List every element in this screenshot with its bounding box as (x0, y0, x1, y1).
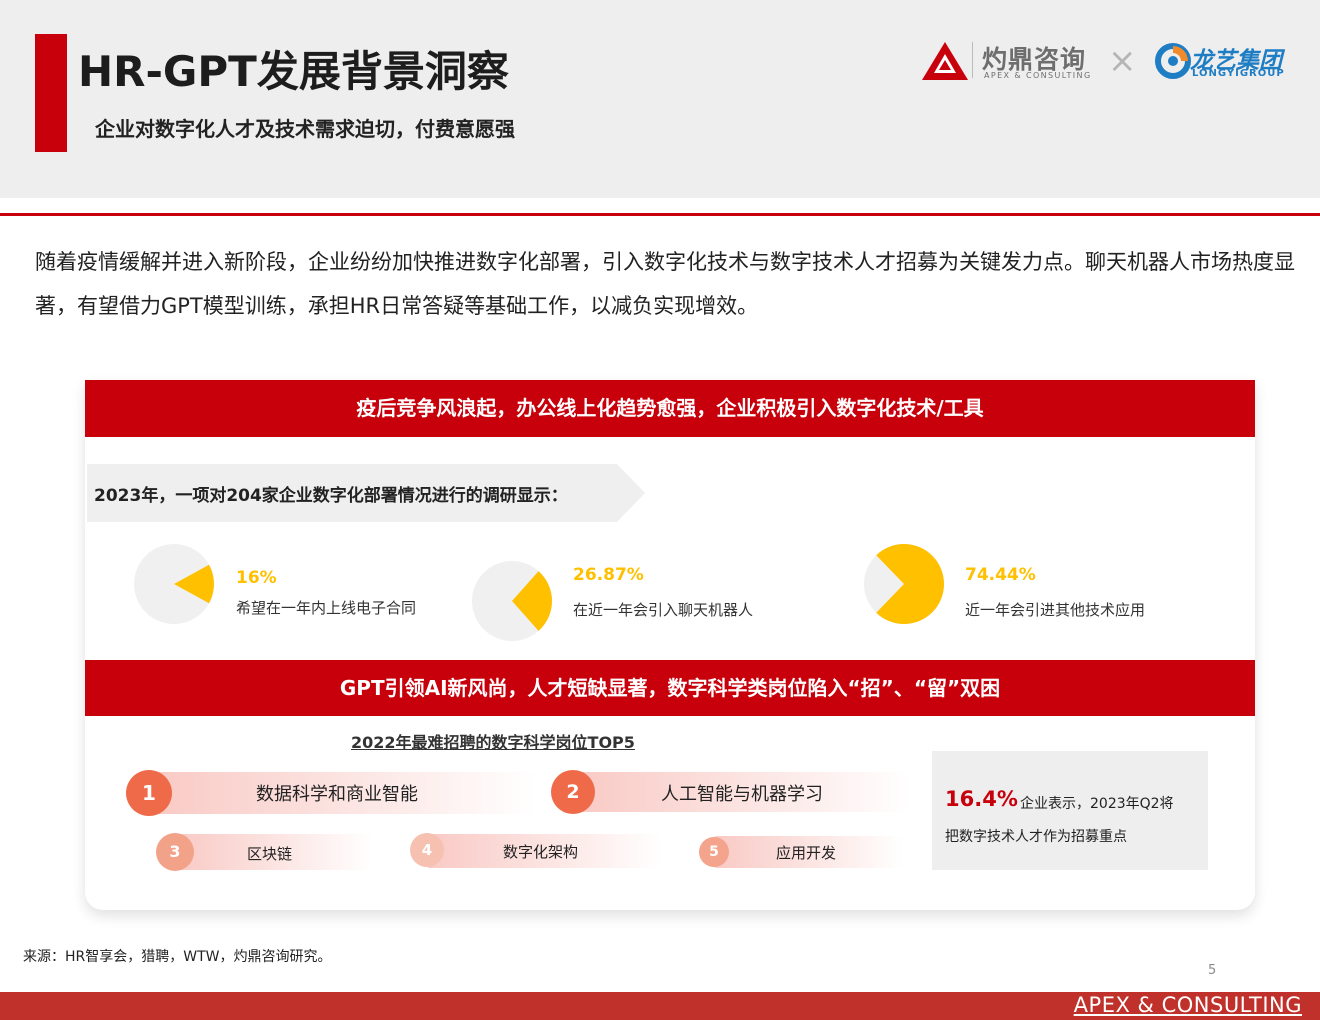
section-heading-digital-tools: 疫后竞争风浪起，办公线上化趋势愈强，企业积极引入数字化技术/工具 (85, 380, 1255, 437)
note-line-1: 企业表示，2023年Q2将 (1020, 796, 1174, 812)
stat-value-e-contract: 16% (236, 568, 277, 588)
source-note: 来源：HR智享会，猎聘，WTW，灼鼎咨询研究。 (23, 949, 332, 965)
section-heading-talent-shortage: GPT引领AI新风尚，人才短缺显著，数字科学类岗位陷入“招”、“留”双困 (85, 660, 1255, 716)
rank-item-3: 3 区块链 (156, 833, 372, 871)
recruitment-focus-note: 16.4% 企业表示，2023年Q2将 把数字技术人才作为招募重点 (932, 751, 1208, 870)
note-percent: 16.4% (945, 787, 1018, 811)
page-subtitle: 企业对数字化人才及技术需求迫切，付费意愿强 (95, 117, 515, 141)
pie-chart-other-tech (864, 544, 944, 624)
footer-bar: APEX & CONSULTING (0, 992, 1320, 1020)
top5-title: 2022年最难招聘的数字科学岗位TOP5 (351, 733, 635, 752)
rank-label: 人工智能与机器学习 (661, 784, 823, 805)
pie-chart-chatbot (472, 561, 552, 641)
rank-item-2: 2 人工智能与机器学习 (551, 770, 911, 814)
rank-badge: 2 (551, 770, 595, 814)
apex-logo-icon (922, 42, 968, 80)
rank-badge: 4 (410, 833, 444, 867)
rank-label: 应用开发 (776, 844, 837, 862)
survey-intro-banner: 2023年，一项对204家企业数字化部署情况进行的调研显示： (87, 464, 645, 522)
stat-value-chatbot: 26.87% (573, 565, 644, 585)
rank-label: 区块链 (247, 845, 293, 863)
page-number: 5 (1208, 963, 1217, 978)
rank-label: 数字化架构 (503, 843, 579, 861)
rank-item-5: 5 应用开发 (699, 835, 903, 869)
header-panel: HR-GPT发展背景洞察 企业对数字化人才及技术需求迫切，付费意愿强 灼鼎咨询 … (0, 0, 1320, 198)
pie-chart-e-contract (134, 544, 214, 624)
stat-label-chatbot: 在近一年会引入聊天机器人 (573, 601, 754, 619)
page-title: HR-GPT发展背景洞察 (78, 47, 509, 96)
rank-badge: 1 (126, 770, 172, 816)
intro-paragraph: 随着疫情缓解并进入新阶段，企业纷纷加快推进数字化部署，引入数字化技术与数字技术人… (35, 250, 1295, 318)
footer-brand: APEX & CONSULTING (1073, 993, 1302, 1017)
longyi-logo-subtext: LONGYIGROUP (1192, 68, 1285, 79)
logo-divider (972, 42, 973, 78)
partner-logos: 灼鼎咨询 APEX & CONSULTING × 龙艺集团 LONGYIGROU… (922, 40, 1297, 84)
note-line-2: 把数字技术人才作为招募重点 (945, 829, 1127, 845)
title-accent-bar (35, 34, 67, 152)
collaboration-x-icon: × (1108, 41, 1137, 81)
rank-item-4: 4 数字化架构 (410, 833, 662, 869)
stat-value-other-tech: 74.44% (965, 565, 1036, 585)
rank-badge: 5 (699, 837, 729, 867)
stat-label-other-tech: 近一年会引进其他技术应用 (965, 601, 1146, 619)
rank-label: 数据科学和商业智能 (256, 784, 418, 805)
rank-badge: 3 (156, 833, 194, 871)
rank-item-1: 1 数据科学和商业智能 (126, 770, 536, 816)
apex-logo-subtext: APEX & CONSULTING (984, 71, 1092, 80)
survey-intro-text: 2023年，一项对204家企业数字化部署情况进行的调研显示： (94, 486, 568, 506)
stat-label-e-contract: 希望在一年内上线电子合同 (236, 599, 417, 617)
longyi-logo-icon (1155, 43, 1191, 79)
header-divider (0, 213, 1320, 216)
